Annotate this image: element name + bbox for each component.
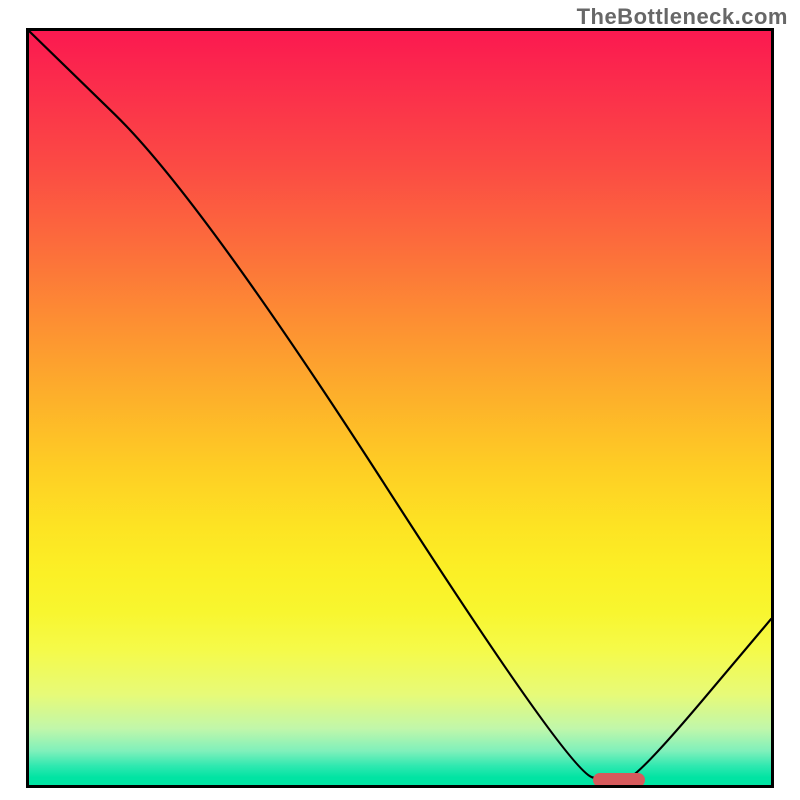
optimal-range-marker — [593, 773, 645, 787]
chart-container: TheBottleneck.com — [0, 0, 800, 800]
plot-area — [26, 28, 774, 788]
bottleneck-curve — [29, 31, 771, 785]
watermark-text: TheBottleneck.com — [577, 4, 788, 30]
